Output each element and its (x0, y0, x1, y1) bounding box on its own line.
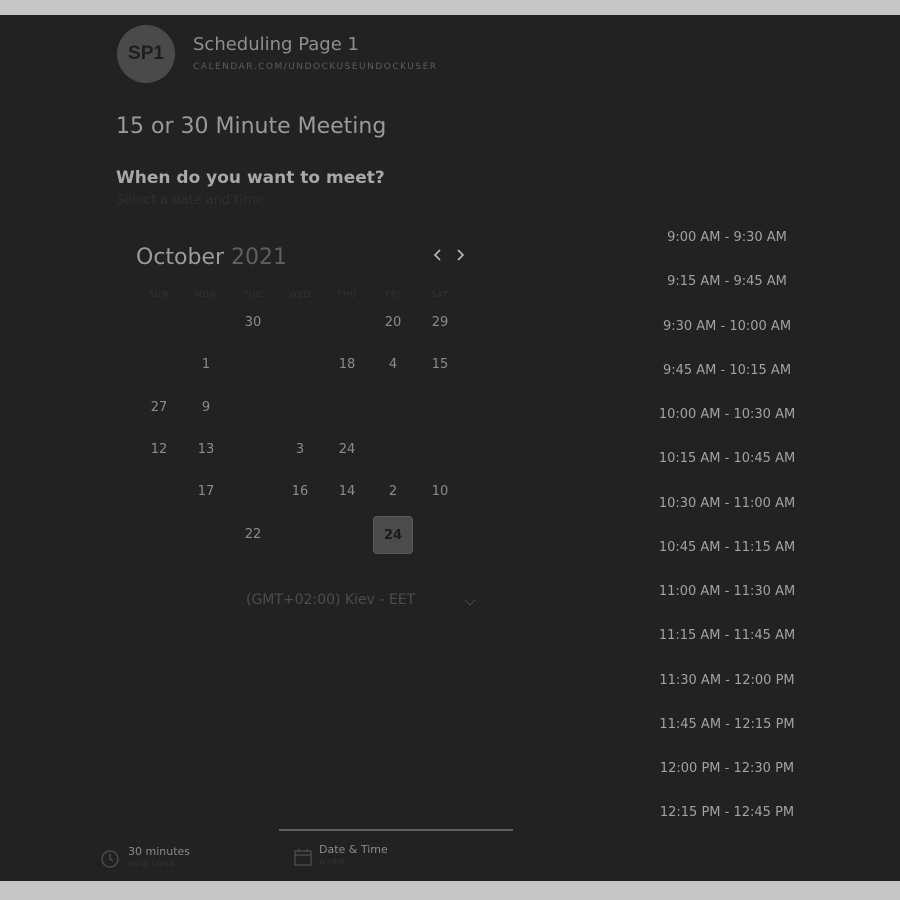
calendar-day[interactable]: 17 (186, 473, 226, 511)
calendar-day[interactable]: 15 (420, 346, 460, 384)
timezone-select[interactable]: (GMT+02:00) Kiev - EET (246, 592, 478, 614)
calendar-day[interactable] (139, 473, 179, 511)
meeting-subtitle: Select a date and time (116, 193, 264, 208)
time-slot-button[interactable]: 11:45 AM - 12:15 PM (641, 710, 813, 740)
month-name: October (136, 245, 225, 270)
calendar-day[interactable] (280, 304, 320, 342)
calendar-day[interactable]: 29 (420, 304, 460, 342)
calendar-day[interactable]: 22 (233, 516, 273, 554)
calendar-day[interactable] (186, 304, 226, 342)
time-slot-button[interactable]: 11:30 AM - 12:00 PM (641, 666, 813, 696)
time-slot-button[interactable]: 12:15 PM - 12:45 PM (641, 798, 813, 828)
calendar-day[interactable] (233, 431, 273, 469)
calendar-day[interactable] (280, 389, 320, 427)
timezone-value: (GMT+02:00) Kiev - EET (246, 592, 416, 608)
step-date-label: Date & Time (319, 843, 388, 856)
time-slot-button[interactable]: 10:30 AM - 11:00 AM (641, 489, 813, 519)
scheduling-app: SP1 Scheduling Page 1 CALENDAR.COM/UNDOC… (0, 15, 900, 881)
time-slot-button[interactable]: 9:30 AM - 10:00 AM (641, 312, 813, 342)
time-slot-button[interactable]: 9:45 AM - 10:15 AM (641, 356, 813, 386)
time-slot-button[interactable]: 9:00 AM - 9:30 AM (641, 223, 813, 253)
next-month-button[interactable] (451, 248, 469, 268)
calendar-icon (294, 849, 312, 866)
weekday-label: THU (337, 290, 357, 299)
calendar-day[interactable]: 24 (327, 431, 367, 469)
calendar-day[interactable]: 12 (139, 431, 179, 469)
avatar: SP1 (117, 25, 175, 83)
calendar-day[interactable]: 13 (186, 431, 226, 469)
time-slot-button[interactable]: 11:15 AM - 11:45 AM (641, 621, 813, 651)
calendar-day[interactable] (420, 389, 460, 427)
calendar-day[interactable] (233, 346, 273, 384)
calendar-day[interactable] (420, 516, 460, 554)
time-slot-button[interactable]: 9:15 AM - 9:45 AM (641, 267, 813, 297)
calendar-day[interactable]: 3 (280, 431, 320, 469)
calendar-day[interactable] (139, 516, 179, 554)
chevron-down-icon (464, 594, 476, 606)
clock-icon (101, 850, 119, 868)
selected-day[interactable]: 24 (373, 516, 413, 554)
weekday-label: SUN (149, 290, 169, 299)
time-slot-button[interactable]: 12:00 PM - 12:30 PM (641, 754, 813, 784)
chevron-left-icon (433, 249, 441, 261)
calendar-day[interactable]: 10 (420, 473, 460, 511)
active-step-indicator (279, 829, 513, 831)
calendar-day[interactable] (139, 304, 179, 342)
calendar-day[interactable]: 27 (139, 389, 179, 427)
time-slot-button[interactable]: 10:15 AM - 10:45 AM (641, 444, 813, 474)
calendar-day[interactable]: 16 (280, 473, 320, 511)
weekday-label: SAT (431, 290, 449, 299)
calendar-day[interactable] (373, 431, 413, 469)
time-slot-button[interactable]: 10:45 AM - 11:15 AM (641, 533, 813, 563)
calendar-day[interactable] (280, 516, 320, 554)
calendar-day[interactable]: 18 (327, 346, 367, 384)
calendar-day[interactable] (327, 516, 367, 554)
calendar-day[interactable]: 9 (186, 389, 226, 427)
calendar-day[interactable] (327, 389, 367, 427)
step-duration[interactable]: 30 minutes HOW LONG (100, 845, 190, 868)
weekday-label: MON (194, 290, 218, 299)
meeting-question: When do you want to meet? (116, 168, 385, 188)
calendar-day[interactable] (139, 346, 179, 384)
calendar-day[interactable] (186, 516, 226, 554)
calendar-day[interactable]: 20 (373, 304, 413, 342)
weekday-label: TUE (243, 290, 263, 299)
weekday-label: FRI (385, 290, 401, 299)
calendar-day[interactable]: 1 (186, 346, 226, 384)
calendar-day[interactable]: 4 (373, 346, 413, 384)
step-date-time[interactable]: Date & Time WHEN (293, 843, 388, 866)
calendar-day[interactable] (327, 304, 367, 342)
page-title: Scheduling Page 1 (193, 34, 359, 55)
calendar-day[interactable]: 30 (233, 304, 273, 342)
calendar-day[interactable] (233, 473, 273, 511)
calendar-day[interactable]: 2 (373, 473, 413, 511)
calendar-day[interactable] (373, 389, 413, 427)
calendar-day[interactable] (280, 346, 320, 384)
weekday-label: WED (288, 290, 312, 299)
calendar-day[interactable] (233, 389, 273, 427)
meeting-title: 15 or 30 Minute Meeting (116, 114, 387, 139)
calendar-month-label: October 2021 (136, 245, 287, 270)
step-date-sublabel: WHEN (319, 858, 345, 866)
time-slot-button[interactable]: 10:00 AM - 10:30 AM (641, 400, 813, 430)
step-duration-sublabel: HOW LONG (128, 860, 176, 868)
chevron-right-icon (457, 249, 465, 261)
calendar-day[interactable]: 14 (327, 473, 367, 511)
calendar-day[interactable] (420, 431, 460, 469)
step-duration-label: 30 minutes (128, 845, 191, 858)
year-name: 2021 (231, 245, 288, 270)
prev-month-button[interactable] (429, 248, 447, 268)
time-slot-button[interactable]: 11:00 AM - 11:30 AM (641, 577, 813, 607)
page-url: CALENDAR.COM/UNDOCKUSEUNDOCKUSER (193, 62, 438, 72)
